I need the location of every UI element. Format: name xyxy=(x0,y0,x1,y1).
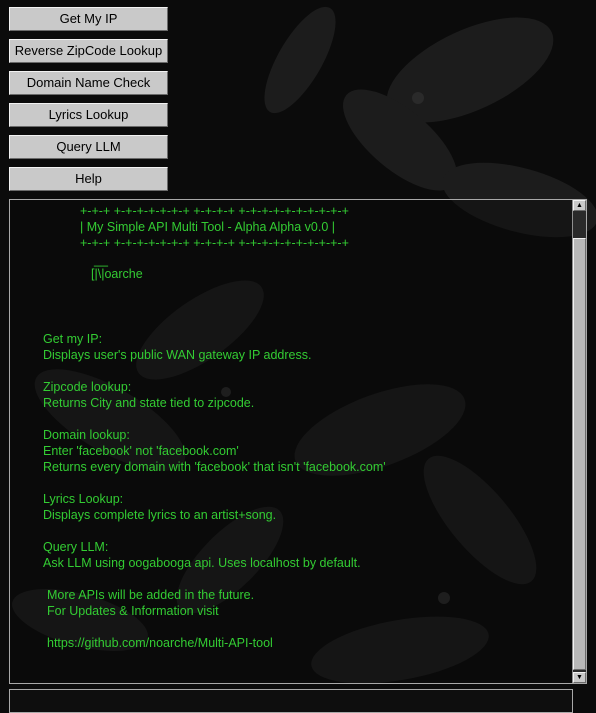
more-apis-note: More APIs will be added in the future. xyxy=(47,588,255,602)
lyrics-lookup-button[interactable]: Lyrics Lookup xyxy=(9,103,168,127)
help-llm-desc: Ask LLM using oogabooga api. Uses localh… xyxy=(43,556,361,570)
scrollbar-thumb[interactable] xyxy=(573,238,586,670)
input-field[interactable] xyxy=(9,689,573,713)
scroll-up-arrow-icon[interactable]: ▲ xyxy=(573,200,586,211)
banner-bottom-line: +-+-+ +-+-+-+-+-+-+ +-+-+-+ +-+-+-+-+-+-… xyxy=(80,236,349,250)
github-link[interactable]: https://github.com/noarche/Multi-API-too… xyxy=(47,636,273,650)
get-my-ip-button[interactable]: Get My IP xyxy=(9,7,168,31)
help-domain-desc-2: Returns every domain with 'facebook' tha… xyxy=(43,460,386,474)
help-zip-desc: Returns City and state tied to zipcode. xyxy=(43,396,255,410)
help-button[interactable]: Help xyxy=(9,167,168,191)
help-get-ip-desc: Displays user's public WAN gateway IP ad… xyxy=(43,348,312,362)
author-mark: __ xyxy=(94,253,108,267)
author-name: [|\|oarche xyxy=(91,267,143,281)
banner-title: | My Simple API Multi Tool - Alpha Alpha… xyxy=(80,220,335,234)
help-domain-title: Domain lookup: xyxy=(43,428,130,442)
updates-note: For Updates & Information visit xyxy=(47,604,219,618)
output-console[interactable]: +-+-+ +-+-+-+-+-+-+ +-+-+-+ +-+-+-+-+-+-… xyxy=(9,199,587,684)
reverse-zipcode-lookup-button[interactable]: Reverse ZipCode Lookup xyxy=(9,39,168,63)
scroll-down-arrow-icon[interactable]: ▼ xyxy=(573,672,586,683)
help-lyrics-desc: Displays complete lyrics to an artist+so… xyxy=(43,508,277,522)
help-get-ip-title: Get my IP: xyxy=(43,332,103,346)
console-scrollbar[interactable]: ▲ ▼ xyxy=(572,200,586,683)
domain-name-check-button[interactable]: Domain Name Check xyxy=(9,71,168,95)
help-llm-title: Query LLM: xyxy=(43,540,109,554)
query-llm-button[interactable]: Query LLM xyxy=(9,135,168,159)
help-lyrics-title: Lyrics Lookup: xyxy=(43,492,124,506)
banner-top-line: +-+-+ +-+-+-+-+-+-+ +-+-+-+ +-+-+-+-+-+-… xyxy=(80,204,349,218)
help-zip-title: Zipcode lookup: xyxy=(43,380,132,394)
help-domain-desc-1: Enter 'facebook' not 'facebook.com' xyxy=(43,444,239,458)
